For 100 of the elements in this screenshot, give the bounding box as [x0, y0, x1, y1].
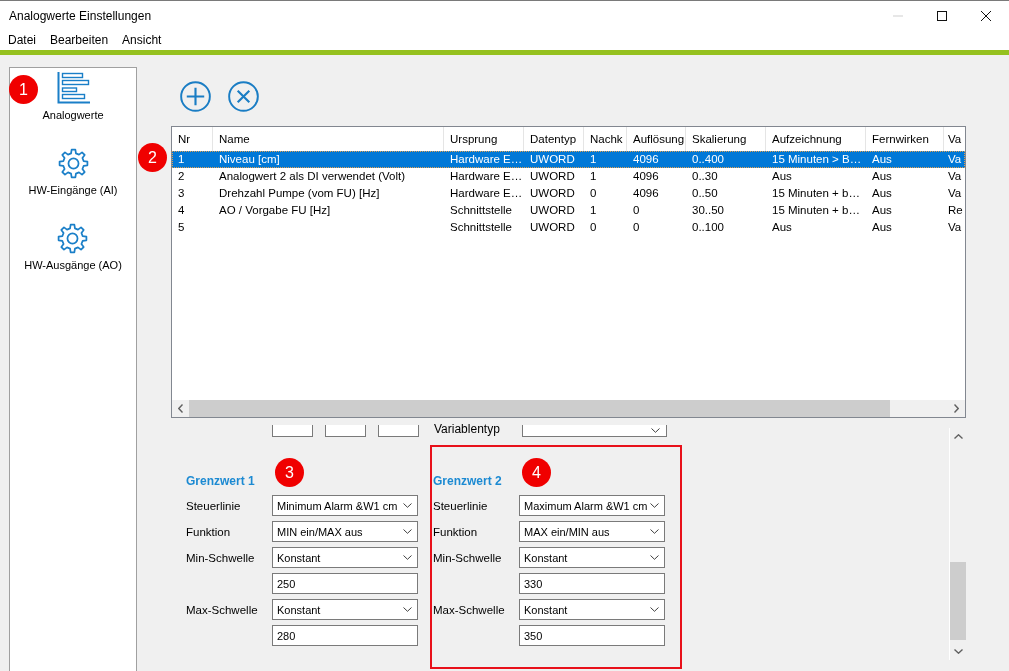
input-field[interactable]: 280 [272, 625, 418, 646]
table-cell-text: Va [947, 186, 963, 201]
table-cell-text: Hardware E… [449, 186, 524, 201]
annotation-marker: 4 [522, 458, 551, 487]
table-cell-text: 4 [177, 203, 186, 218]
table-row[interactable]: 4 AO / Vorgabe FU [Hz] Schnittstelle UWORD 1 0 30..50 15 Minuten + b… Aus Re [172, 202, 965, 219]
table-cell-text: Aus [871, 152, 893, 167]
table-cell-text: 0..30 [691, 169, 719, 184]
input-field[interactable] [272, 425, 313, 437]
annotation-marker: 2 [138, 143, 167, 172]
chevron-down-icon [650, 529, 659, 534]
table-cell-text: 0 [632, 220, 641, 235]
table-cell-text: 3 [177, 186, 186, 201]
table-cell-text: 15 Minuten > B… [771, 152, 863, 167]
field-label: Min-Schwelle [186, 551, 256, 564]
field-label: Funktion [433, 525, 479, 538]
menu-item[interactable]: Ansicht [115, 32, 169, 49]
plus-circle-icon[interactable] [180, 81, 211, 112]
field-label: Variablentyp [434, 422, 501, 436]
menu-item[interactable]: Datei [1, 32, 43, 49]
table-cell-text: Schnittstelle [449, 220, 513, 235]
table-cell-text: UWORD [529, 220, 576, 235]
input-field[interactable]: 250 [272, 573, 418, 594]
table-cell-text: 2 [177, 169, 186, 184]
table-cell-text: Va [947, 220, 963, 235]
table-cell-text: Aus [771, 169, 793, 184]
table-cell-text: Aus [871, 220, 893, 235]
dropdown[interactable]: Maximum Alarm &W1 cm [519, 495, 665, 516]
dropdown[interactable]: MIN ein/MAX aus [272, 521, 418, 542]
table-cell-text: UWORD [529, 169, 576, 184]
table-cell-text: 5 [177, 220, 186, 235]
maximize-icon[interactable] [937, 11, 947, 21]
x-circle-icon[interactable] [228, 81, 259, 112]
table-cell-text: 15 Minuten + b… [771, 186, 861, 201]
table-cell-text: Schnittstelle [449, 203, 513, 218]
table-cell-text: 0 [589, 186, 598, 201]
chevron-down-icon [403, 607, 412, 612]
annotation-marker: 3 [275, 458, 304, 487]
field-label: Steuerlinie [186, 499, 242, 512]
table-cell-text: 1 [589, 169, 598, 184]
annotation-marker: 1 [9, 75, 38, 104]
chevron-up-icon[interactable] [953, 434, 963, 439]
sidebar-item[interactable]: HW-Ausgänge (AO) [24, 223, 122, 272]
table-cell-text: Va [947, 152, 963, 167]
field-label: Steuerlinie [433, 499, 489, 512]
field-label: Funktion [186, 525, 232, 538]
field-label: Max-Schwelle [186, 603, 259, 616]
table-cell-text: Aus [871, 203, 893, 218]
chevron-down-icon[interactable] [953, 649, 963, 654]
sidebar-item[interactable]: HW-Eingänge (AI) [28, 148, 118, 197]
table-row[interactable]: 5 Schnittstelle UWORD 0 0 0..100 Aus Aus Va [172, 219, 965, 236]
chevron-down-icon [650, 607, 659, 612]
chevron-down-icon [650, 503, 659, 508]
close-icon[interactable] [981, 11, 991, 21]
dropdown[interactable]: Minimum Alarm &W1 cm [272, 495, 418, 516]
input-field[interactable] [378, 425, 419, 437]
dropdown[interactable]: Konstant [519, 599, 665, 620]
dropdown[interactable]: MAX ein/MIN aus [519, 521, 665, 542]
table-cell-text: Aus [771, 220, 793, 235]
dropdown[interactable]: Konstant [519, 547, 665, 568]
table-cell-text: 1 [589, 152, 598, 167]
menu-item[interactable]: Bearbeiten [43, 32, 116, 49]
table-cell-text: Analogwert 2 als DI verwendet (Volt) [218, 169, 406, 184]
table-cell-text: 0 [632, 203, 641, 218]
dropdown[interactable]: Konstant [272, 547, 418, 568]
input-field[interactable]: 350 [519, 625, 665, 646]
chevron-right-icon[interactable] [954, 404, 959, 413]
table-cell-text: 15 Minuten + b… [771, 203, 861, 218]
input-field[interactable] [325, 425, 366, 437]
table-row[interactable]: 2 Analogwert 2 als DI verwendet (Volt) Hardware E… UWORD 1 4096 0..30 Aus Aus Va [172, 168, 965, 185]
dropdown[interactable] [522, 425, 667, 437]
window-title: Analogwerte Einstellungen [9, 9, 152, 23]
table-cell-text: AO / Vorgabe FU [Hz] [218, 203, 332, 218]
table-row[interactable]: 3 Drehzahl Pumpe (vom FU) [Hz] Hardware E… UWORD 0 4096 0..50 15 Minuten + b… Aus Va [172, 185, 965, 202]
table-cell-text: 4096 [632, 186, 660, 201]
chevron-down-icon [651, 428, 660, 433]
table-cell-text: Hardware E… [449, 152, 524, 167]
table-row[interactable]: 1 Niveau [cm] Hardware E… UWORD 1 4096 0..400 15 Minuten > B… Aus Va [172, 151, 965, 168]
gear-icon [57, 148, 89, 179]
chevron-left-icon[interactable] [178, 404, 183, 413]
table-cell-text: 4096 [632, 169, 660, 184]
input-field[interactable]: 330 [519, 573, 665, 594]
field-label: Min-Schwelle [433, 551, 503, 564]
bar-chart-icon [56, 72, 90, 104]
field-label: Max-Schwelle [433, 603, 506, 616]
table-cell-text: Hardware E… [449, 169, 524, 184]
table-cell-text: Aus [871, 186, 893, 201]
gear-icon [57, 223, 89, 254]
table-cell-text: 0..100 [691, 220, 725, 235]
table-cell-text: Va [947, 169, 963, 184]
dropdown[interactable]: Konstant [272, 599, 418, 620]
section-title: Grenzwert 1 [186, 474, 255, 488]
sidebar-item[interactable]: Analogwerte [42, 72, 104, 122]
table-cell-text: UWORD [529, 203, 576, 218]
chevron-down-icon [403, 503, 412, 508]
scrollbar-thumb[interactable] [950, 562, 966, 640]
table-cell-text: UWORD [529, 186, 576, 201]
column-header[interactable]: Va [944, 127, 965, 151]
chevron-down-icon [403, 555, 412, 560]
table-cell-text: Niveau [cm] [218, 152, 281, 167]
